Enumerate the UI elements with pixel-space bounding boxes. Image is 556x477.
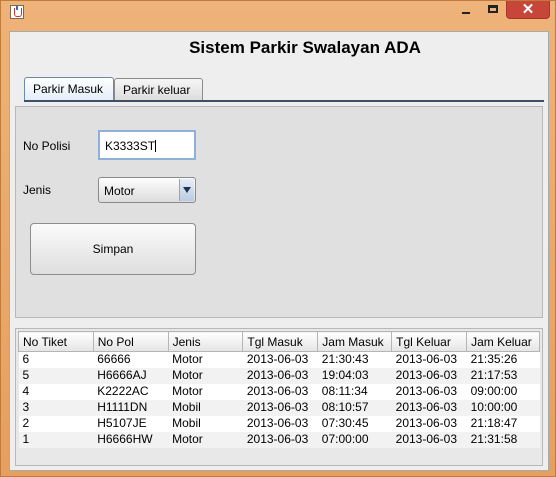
simpan-button[interactable]: Simpan bbox=[30, 223, 196, 275]
jenis-label: Jenis bbox=[23, 183, 52, 197]
close-icon: ✕ bbox=[521, 1, 535, 18]
chevron-down-icon[interactable] bbox=[179, 179, 194, 201]
table-row[interactable]: 6 66666 Motor 2013-06-03 21:30:43 2013-0… bbox=[18, 351, 540, 368]
cell-no-pol: H5107JE bbox=[93, 415, 169, 432]
cell-no-pol: K2222AC bbox=[93, 383, 169, 400]
cell-no-tiket: 1 bbox=[18, 431, 94, 448]
tab-parkir-masuk[interactable]: Parkir Masuk bbox=[24, 77, 114, 102]
cell-jenis: Motor bbox=[168, 383, 243, 400]
column-header-no-pol[interactable]: No Pol bbox=[92, 331, 169, 352]
parking-table: No Tiket No Pol Jenis Tgl Masuk Jam Masu… bbox=[18, 331, 540, 448]
cell-tgl-keluar: 2013-06-03 bbox=[391, 383, 467, 400]
column-header-jam-masuk[interactable]: Jam Masuk bbox=[317, 331, 393, 352]
cell-no-tiket: 3 bbox=[18, 399, 94, 416]
no-polisi-value: K3333ST bbox=[105, 139, 156, 153]
cell-no-pol: H6666AJ bbox=[93, 367, 169, 384]
table-row[interactable]: 4 K2222AC Motor 2013-06-03 08:11:34 2013… bbox=[18, 383, 540, 400]
cell-no-pol: H1111DN bbox=[93, 399, 169, 416]
minimize-button[interactable] bbox=[453, 1, 479, 19]
title-bar[interactable]: ✕ bbox=[1, 1, 556, 23]
column-header-no-tiket[interactable]: No Tiket bbox=[18, 331, 94, 352]
table-row[interactable]: 5 H6666AJ Motor 2013-06-03 19:04:03 2013… bbox=[18, 367, 540, 384]
cell-jam-masuk: 19:04:03 bbox=[317, 367, 392, 384]
entry-form-panel: No Polisi K3333ST Jenis Motor Simpan bbox=[15, 106, 543, 318]
jenis-selected-value: Motor bbox=[104, 184, 135, 198]
cell-jam-masuk: 08:10:57 bbox=[317, 399, 392, 416]
cell-jam-masuk: 21:30:43 bbox=[317, 351, 392, 368]
cell-jam-keluar: 21:17:53 bbox=[466, 367, 540, 384]
cell-tgl-masuk: 2013-06-03 bbox=[242, 351, 318, 368]
cell-jam-masuk: 07:30:45 bbox=[317, 415, 392, 432]
tab-parkir-keluar[interactable]: Parkir keluar bbox=[114, 78, 203, 101]
cell-tgl-keluar: 2013-06-03 bbox=[391, 415, 467, 432]
cell-jam-masuk: 08:11:34 bbox=[317, 383, 392, 400]
java-cup-icon bbox=[10, 5, 24, 19]
column-header-tgl-keluar[interactable]: Tgl Keluar bbox=[391, 331, 468, 352]
parking-table-panel: No Tiket No Pol Jenis Tgl Masuk Jam Masu… bbox=[15, 328, 543, 466]
cell-jam-keluar: 10:00:00 bbox=[466, 399, 540, 416]
cell-no-tiket: 4 bbox=[18, 383, 94, 400]
maximize-icon bbox=[488, 5, 498, 13]
cell-jenis: Motor bbox=[168, 431, 243, 448]
cell-jenis: Motor bbox=[168, 351, 243, 368]
page-title: Sistem Parkir Swalayan ADA bbox=[189, 38, 421, 57]
cell-jam-keluar: 21:31:58 bbox=[466, 431, 540, 448]
cell-no-pol: 66666 bbox=[93, 351, 169, 368]
cell-tgl-masuk: 2013-06-03 bbox=[242, 415, 318, 432]
column-header-jenis[interactable]: Jenis bbox=[167, 331, 244, 352]
no-polisi-label: No Polisi bbox=[23, 139, 71, 153]
maximize-button[interactable] bbox=[480, 1, 506, 19]
table-row[interactable]: 1 H6666HW Motor 2013-06-03 07:00:00 2013… bbox=[18, 431, 540, 448]
no-polisi-input[interactable]: K3333ST bbox=[98, 130, 196, 160]
cell-tgl-masuk: 2013-06-03 bbox=[242, 367, 318, 384]
cell-jam-masuk: 07:00:00 bbox=[317, 431, 392, 448]
column-header-tgl-masuk[interactable]: Tgl Masuk bbox=[242, 331, 319, 352]
cell-jenis: Mobil bbox=[168, 399, 243, 416]
cell-no-pol: H6666HW bbox=[93, 431, 169, 448]
cell-tgl-keluar: 2013-06-03 bbox=[391, 367, 467, 384]
minimize-icon bbox=[462, 12, 470, 14]
tab-underline bbox=[24, 100, 544, 102]
column-header-jam-keluar[interactable]: Jam Keluar bbox=[466, 331, 540, 352]
text-caret bbox=[155, 140, 157, 152]
table-header-row: No Tiket No Pol Jenis Tgl Masuk Jam Masu… bbox=[18, 331, 540, 352]
cell-tgl-masuk: 2013-06-03 bbox=[242, 383, 318, 400]
cell-tgl-keluar: 2013-06-03 bbox=[391, 351, 467, 368]
cell-tgl-keluar: 2013-06-03 bbox=[391, 431, 467, 448]
main-content: Sistem Parkir Swalayan ADA Parkir Masuk … bbox=[9, 31, 549, 471]
table-row[interactable]: 3 H1111DN Mobil 2013-06-03 08:10:57 2013… bbox=[18, 399, 540, 416]
cell-no-tiket: 2 bbox=[18, 415, 94, 432]
cell-no-tiket: 5 bbox=[18, 367, 94, 384]
cell-tgl-masuk: 2013-06-03 bbox=[242, 399, 318, 416]
cell-jam-keluar: 21:35:26 bbox=[466, 351, 540, 368]
cell-jenis: Motor bbox=[168, 367, 243, 384]
cell-no-tiket: 6 bbox=[18, 351, 94, 368]
cell-jam-keluar: 21:18:47 bbox=[466, 415, 540, 432]
window-frame: ✕ Sistem Parkir Swalayan ADA Parkir Masu… bbox=[0, 0, 556, 477]
cell-jenis: Mobil bbox=[168, 415, 243, 432]
cell-jam-keluar: 09:00:00 bbox=[466, 383, 540, 400]
jenis-dropdown[interactable]: Motor bbox=[98, 177, 196, 203]
cell-tgl-keluar: 2013-06-03 bbox=[391, 399, 467, 416]
table-row[interactable]: 2 H5107JE Mobil 2013-06-03 07:30:45 2013… bbox=[18, 415, 540, 432]
close-button[interactable]: ✕ bbox=[506, 1, 550, 19]
cell-tgl-masuk: 2013-06-03 bbox=[242, 431, 318, 448]
